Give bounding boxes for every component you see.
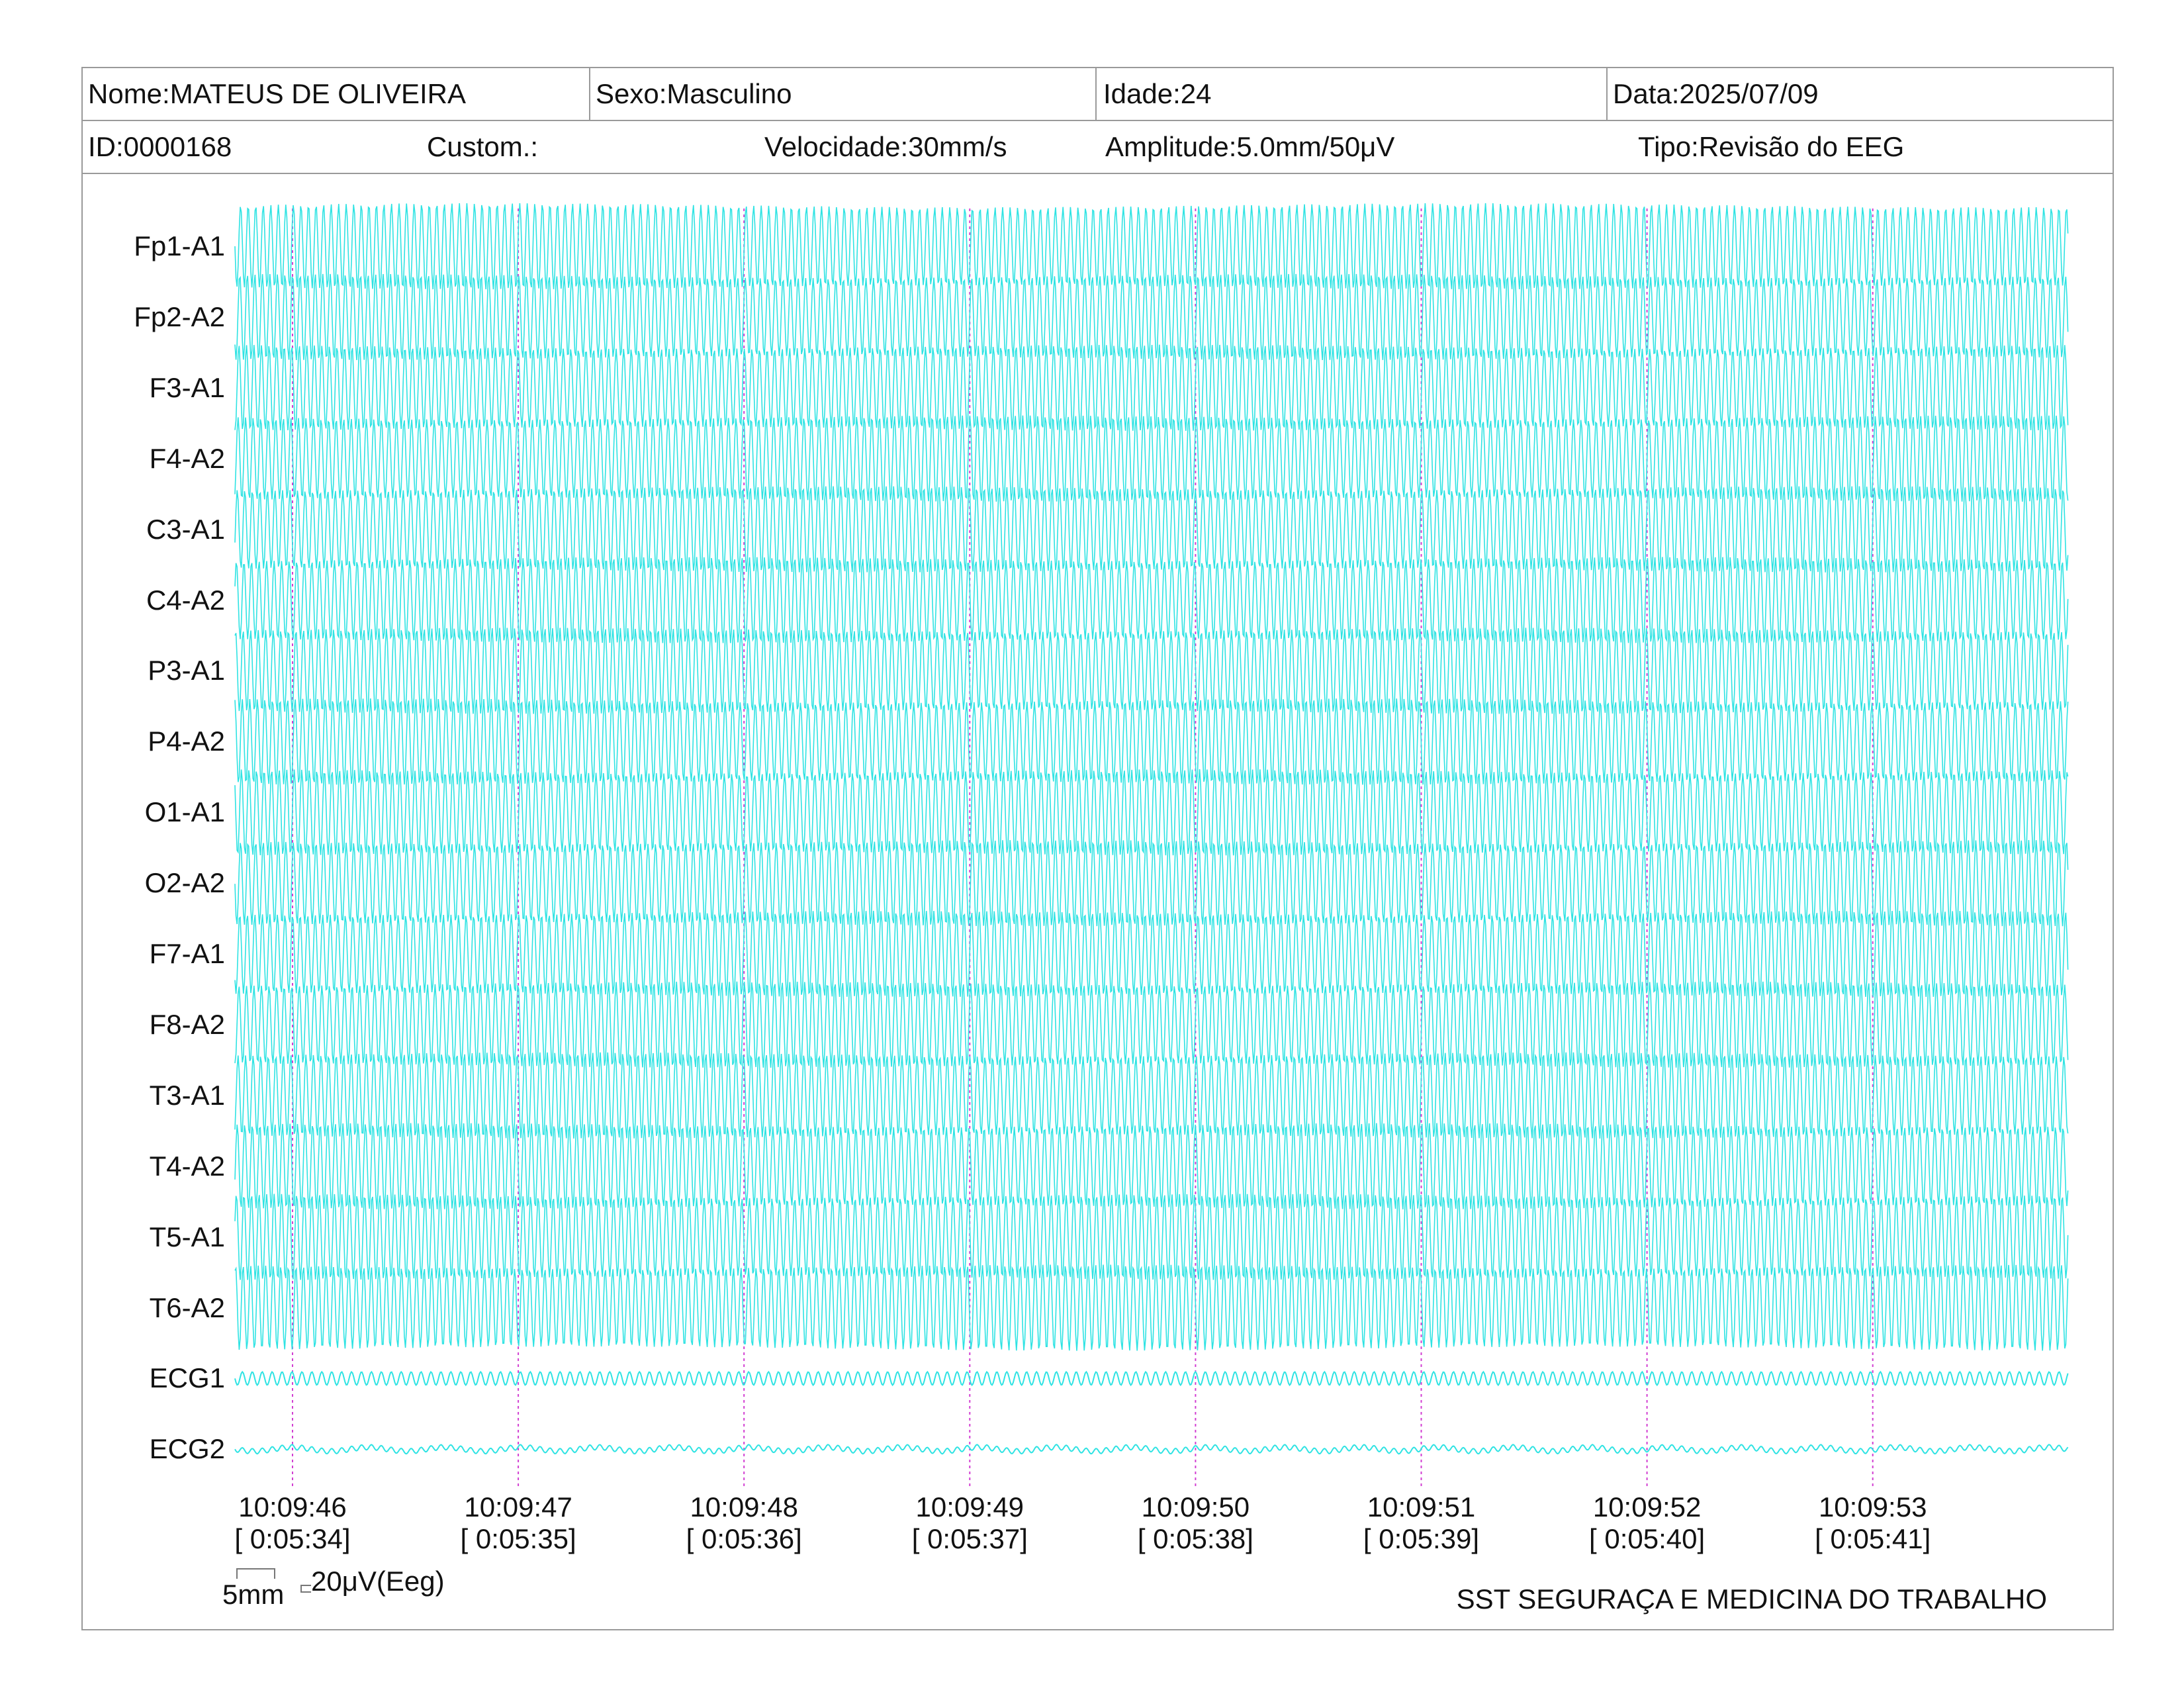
time-scale-label: 5mm [222, 1579, 285, 1610]
time-scale-bar [236, 1568, 275, 1579]
amplitude-scale-bar [300, 1585, 311, 1593]
company-name: SST SEGURAÇA E MEDICINA DO TRABALHO [1456, 1583, 2047, 1615]
scale-bars [236, 1568, 311, 1593]
amplitude-scale-label: 20μV(Eeg) [311, 1566, 445, 1597]
